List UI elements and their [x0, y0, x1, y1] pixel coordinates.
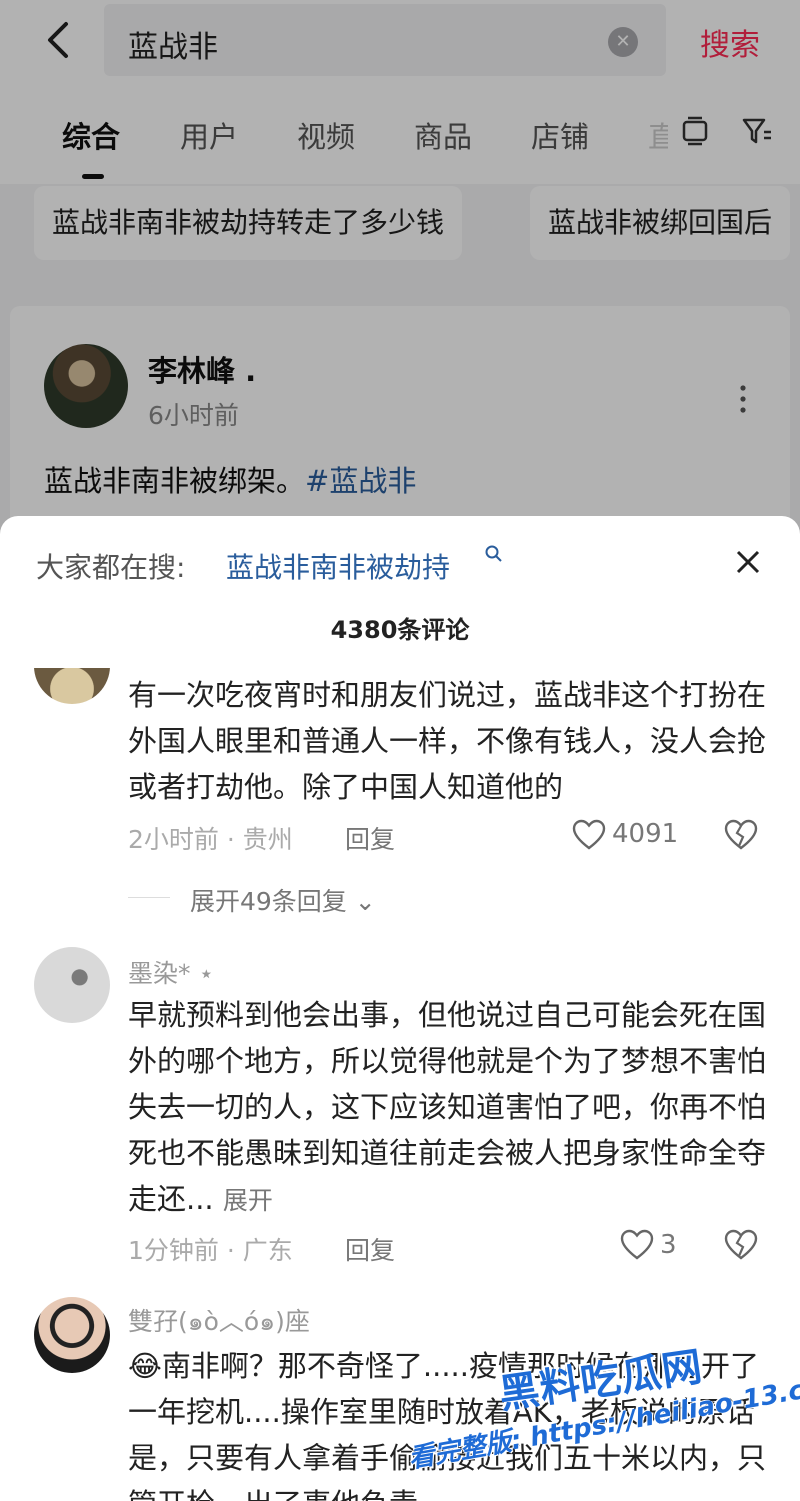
expand-text-link[interactable]: 展开 [223, 1186, 273, 1215]
broken-heart-icon[interactable] [724, 819, 758, 851]
comment-body: 早就预料到他会出事，但他说过自己可能会死在国外的哪个地方，所以觉得他就是个为了梦… [128, 998, 767, 1216]
heart-icon[interactable] [572, 819, 606, 851]
modal-overlay[interactable] [0, 0, 800, 560]
trending-label: 大家都在搜: [36, 551, 186, 584]
chevron-down-icon: ⌄ [354, 887, 376, 916]
comment-username[interactable]: 雙孖(๑ò︿ó๑)座 [128, 1302, 310, 1342]
trending-search-link[interactable]: 蓝战非南非被劫持 [226, 546, 450, 586]
comment-meta: 1分钟前 · 广东 [128, 1236, 293, 1265]
like-count: 3 [660, 1230, 677, 1260]
comment-username[interactable]: 墨染* ⋆ [128, 954, 214, 990]
avatar[interactable] [34, 1297, 110, 1373]
expand-replies-button[interactable]: 展开49条回复 ⌄ [190, 882, 376, 918]
broken-heart-icon[interactable] [724, 1229, 758, 1261]
search-icon [485, 545, 502, 562]
reply-button[interactable]: 回复 [345, 1231, 395, 1267]
search-results-page: 蓝战非 ✕ 搜索 综合 用户 视频 商品 店铺 直 蓝战非南非被劫持转走了多少钱… [0, 0, 800, 566]
heart-icon[interactable] [620, 1229, 654, 1261]
expand-replies-label: 展开49条回复 [190, 887, 347, 916]
reply-button[interactable]: 回复 [345, 820, 395, 856]
close-icon[interactable] [734, 548, 762, 576]
comment-count: 4380条评论 [330, 616, 470, 644]
comment-text: 有一次吃夜宵时和朋友们说过，蓝战非这个打扮在外国人眼里和普通人一样，不像有钱人，… [128, 678, 767, 804]
comment-text: 早就预料到他会出事，但他说过自己可能会死在国外的哪个地方，所以觉得他就是个为了梦… [128, 992, 768, 1222]
like-count: 4091 [612, 819, 679, 849]
divider [128, 897, 170, 898]
avatar[interactable] [34, 947, 110, 1023]
comment-meta: 2小时前 · 贵州 [128, 825, 293, 854]
